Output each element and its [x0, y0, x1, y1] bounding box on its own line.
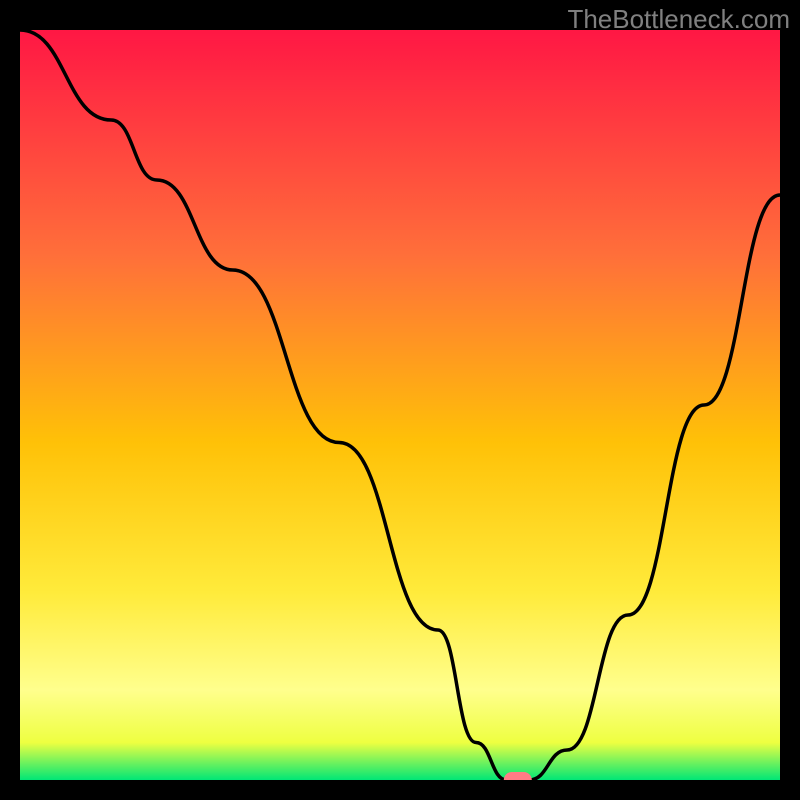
chart-container: TheBottleneck.com — [0, 0, 800, 800]
watermark-text: TheBottleneck.com — [567, 4, 790, 35]
optimal-marker — [504, 772, 532, 780]
chart-svg — [20, 30, 780, 780]
plot-area — [20, 30, 780, 780]
